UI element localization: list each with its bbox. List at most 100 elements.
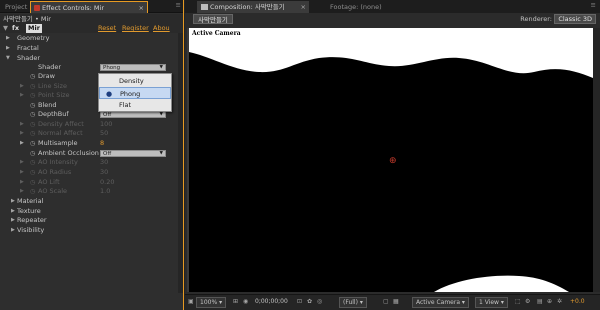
menu-item-density[interactable]: Density [99, 75, 171, 87]
renderer-label: Renderer: [520, 15, 552, 23]
register-link[interactable]: Register [122, 24, 149, 33]
param-value: 1.0 [100, 187, 111, 195]
group-visibility[interactable]: ▶ Visibility [0, 226, 180, 235]
views-value: 1 View [479, 299, 499, 306]
param-label: Ambient Occlusion [38, 149, 99, 157]
menu-item-label: Phong [120, 90, 141, 98]
multisample-value[interactable]: 8 [100, 139, 104, 148]
stopwatch-icon: ◷ [30, 83, 36, 90]
about-link[interactable]: Abou [153, 24, 170, 33]
group-geometry[interactable]: ▶ Geometry [0, 34, 180, 43]
timeline-icon[interactable]: ▤ [537, 297, 543, 308]
group-label: Repeater [17, 216, 47, 224]
always-preview-icon[interactable]: ▣ [188, 297, 194, 308]
stopwatch-icon: ◷ [30, 179, 36, 186]
dropdown-value: Off [103, 112, 112, 118]
param-label: Multisample [38, 139, 78, 147]
views-dropdown[interactable]: 1 View ▾ [475, 297, 508, 308]
group-label: Geometry [17, 34, 50, 42]
menu-item-phong[interactable]: ● Phong [99, 87, 171, 99]
stopwatch-icon[interactable]: ◷ [30, 72, 35, 81]
stopwatch-icon[interactable]: ◷ [30, 149, 35, 158]
snapshot-icon[interactable]: ◉ [243, 297, 248, 308]
stopwatch-icon[interactable]: ◷ [30, 110, 35, 119]
dropdown-value: Off [103, 151, 112, 157]
panel-menu-icon[interactable]: ≡ [176, 1, 181, 9]
toggle-pixel-icon[interactable]: ⬚ [515, 297, 521, 308]
chevron-right-icon: ▶ [20, 92, 24, 98]
chevron-right-icon: ▶ [20, 188, 24, 194]
tab-composition-label: Composition: 사막만들기 [210, 3, 285, 11]
chevron-right-icon[interactable]: ▶ [20, 139, 24, 148]
chevron-down-icon[interactable]: ▼ [3, 24, 8, 33]
chevron-right-icon: ▶ [20, 179, 24, 185]
panel-focus-border [183, 0, 184, 310]
tab-project[interactable]: Project [2, 1, 30, 13]
zoom-dropdown[interactable]: 100% ▾ [196, 297, 227, 308]
param-label: Shader [38, 63, 62, 71]
close-icon[interactable]: × [139, 2, 144, 14]
group-label: Material [17, 197, 44, 205]
chevron-right-icon: ▶ [6, 45, 10, 51]
panel-menu-icon[interactable]: ≡ [591, 1, 596, 9]
param-ao-radius: ▶ ◷ AO Radius 30 [0, 168, 180, 177]
stopwatch-icon: ◷ [30, 159, 36, 166]
group-fractal[interactable]: ▶ Fractal [0, 44, 180, 53]
group-texture[interactable]: ▶ Texture [0, 207, 180, 216]
fx-icon[interactable]: fx [12, 24, 19, 33]
param-label: AO Intensity [38, 158, 78, 166]
stopwatch-icon[interactable]: ◷ [30, 101, 35, 110]
viewer-scrollbar[interactable] [593, 28, 600, 292]
depthbuf-dropdown[interactable]: Off ▼ [100, 111, 166, 118]
transparency-grid-icon[interactable]: ▦ [393, 297, 399, 308]
right-tab-bar: Composition: 사막만들기 × Footage: (none) ≡ [185, 0, 600, 13]
composition-navigator: 사막만들기 Renderer: Classic 3D [185, 13, 600, 25]
chevron-down-icon: ▼ [159, 151, 163, 156]
group-material[interactable]: ▶ Material [0, 197, 180, 206]
lock-icon [34, 5, 40, 11]
tab-effect-controls-label: Effect Controls: Mir [42, 4, 104, 12]
chevron-right-icon: ▶ [20, 159, 24, 165]
resolution-value: (Full) [343, 299, 358, 306]
tab-effect-controls[interactable]: Effect Controls: Mir × [30, 1, 148, 13]
stopwatch-icon: ◷ [30, 169, 36, 176]
timecode[interactable]: 0;00;00;00 [255, 297, 288, 308]
exposure-value[interactable]: +0.0 [570, 297, 585, 308]
composition-button[interactable]: 사막만들기 [193, 14, 233, 24]
channel-icon[interactable]: ✿ [307, 297, 312, 308]
param-label: Point Size [38, 91, 70, 99]
safe-areas-icon[interactable]: ⊞ [233, 297, 238, 308]
target-icon: ⊕ [389, 156, 397, 166]
stopwatch-icon[interactable]: ◷ [30, 139, 35, 148]
group-shader[interactable]: ▼ Shader [0, 54, 180, 63]
param-label: DepthBuf [38, 110, 69, 118]
stopwatch-icon: ◷ [30, 188, 36, 195]
reset-exposure-icon[interactable]: ✲ [557, 297, 562, 308]
param-label: Density Affect [38, 120, 84, 128]
resolution-dropdown[interactable]: (Full) ▾ [339, 297, 367, 308]
viewer-bottom-toolbar: ▣ 100% ▾ ⊞ ◉ 0;00;00;00 ⊡ ✿ ◎ (Full) ▾ ▢… [185, 294, 600, 310]
tab-footage[interactable]: Footage: (none) [330, 1, 382, 13]
param-label: AO Lift [38, 178, 60, 186]
stopwatch-icon: ◷ [30, 130, 36, 137]
reset-link[interactable]: Reset [98, 24, 116, 33]
camera-dropdown[interactable]: Active Camera ▾ [412, 297, 469, 308]
param-label: Normal Affect [38, 129, 83, 137]
param-label: Line Size [38, 82, 67, 90]
param-value: 30 [100, 158, 109, 166]
tab-composition[interactable]: Composition: 사막만들기 × [197, 1, 309, 13]
ambient-occlusion-dropdown[interactable]: Off ▼ [100, 150, 166, 157]
fast-preview-icon[interactable]: ⚙ [525, 297, 530, 308]
close-icon[interactable]: × [301, 1, 306, 13]
color-wheel-icon[interactable]: ◎ [317, 297, 322, 308]
group-label: Fractal [17, 44, 39, 52]
camera-icon[interactable]: ⊡ [297, 297, 302, 308]
region-of-interest-icon[interactable]: ▢ [383, 297, 389, 308]
renderer-button[interactable]: Classic 3D [554, 14, 596, 24]
composition-viewer[interactable]: Active Camera ⊕ [187, 28, 593, 292]
flowchart-icon[interactable]: ⊕ [547, 297, 552, 308]
left-tab-bar: Project Effect Controls: Mir × ≡ [0, 0, 184, 13]
shader-dropdown[interactable]: Phong ▼ [100, 64, 166, 71]
group-repeater[interactable]: ▶ Repeater [0, 216, 180, 225]
menu-item-flat[interactable]: Flat [99, 99, 171, 111]
